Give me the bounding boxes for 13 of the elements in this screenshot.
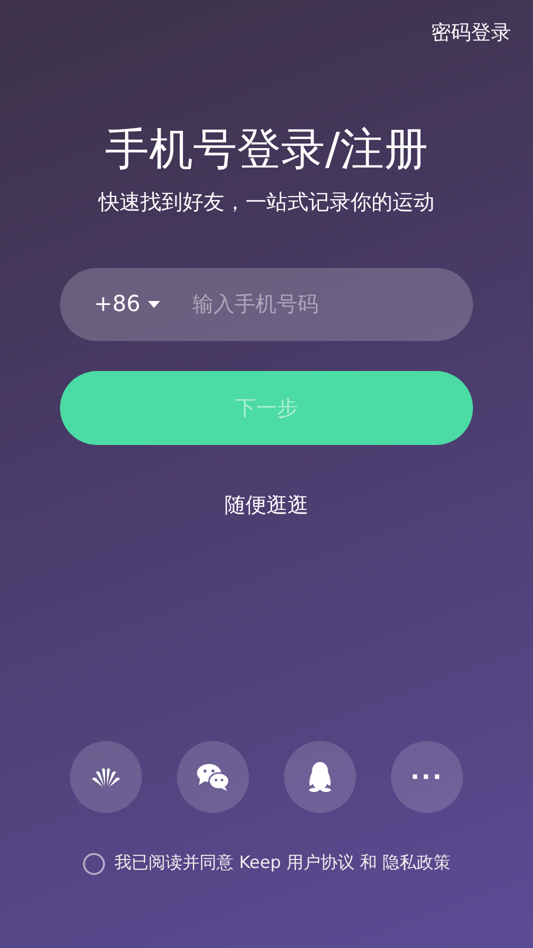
browse-link[interactable]: 随便逛逛: [218, 489, 314, 523]
password-login-link[interactable]: 密码登录: [425, 16, 517, 48]
phone-field[interactable]: +86 输入手机号码: [60, 268, 473, 342]
subtitle: 快速找到好友，一站式记录你的运动: [97, 188, 436, 216]
agreement-text: 我已阅读并同意 Keep 用户协议 和 隐私政策: [114, 852, 450, 875]
flower-icon: [91, 766, 121, 788]
page-title: 手机号登录/注册: [104, 124, 429, 177]
country-code-dropdown[interactable]: +86: [94, 288, 160, 322]
penguin-icon: [307, 762, 333, 792]
chat-bubbles-icon: [196, 762, 230, 791]
caret-icon: [148, 301, 160, 308]
more-button[interactable]: ···: [391, 740, 463, 813]
agreement-checkbox[interactable]: [82, 852, 105, 875]
